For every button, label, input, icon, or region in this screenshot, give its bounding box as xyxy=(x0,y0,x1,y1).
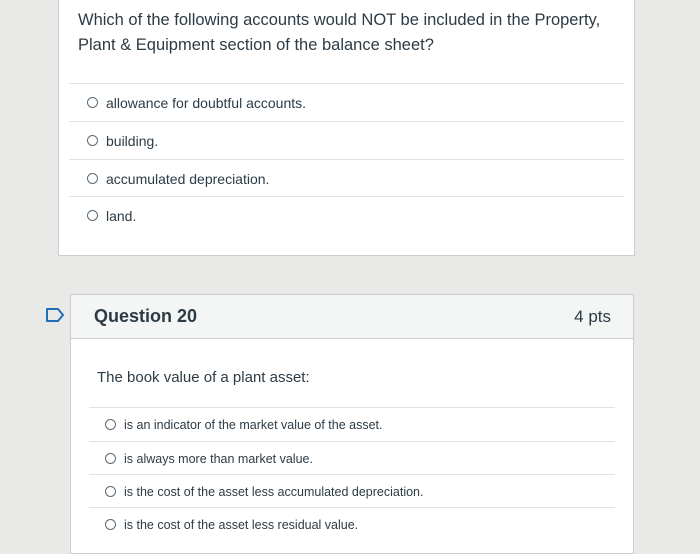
answer-label: building. xyxy=(106,132,159,149)
question-20-answer-2[interactable]: is always more than market value. xyxy=(89,441,615,475)
question-title: Question 20 xyxy=(94,306,198,326)
question-19-answer-4[interactable]: land. xyxy=(69,196,624,234)
radio-icon[interactable] xyxy=(105,453,116,464)
question-19-text: Which of the following accounts would NO… xyxy=(78,11,601,54)
question-points: 4 pts xyxy=(574,306,611,326)
answer-label: is an indicator of the market value of t… xyxy=(124,417,383,432)
radio-icon[interactable] xyxy=(105,419,116,430)
question-20-card: Question 20 4 pts The book value of a pl… xyxy=(70,294,634,554)
radio-icon[interactable] xyxy=(87,173,98,184)
radio-icon[interactable] xyxy=(87,135,98,146)
question-20-answer-4[interactable]: is the cost of the asset less residual v… xyxy=(89,507,615,541)
question-19-card: Which of the following accounts would NO… xyxy=(58,0,635,256)
radio-icon[interactable] xyxy=(87,97,98,108)
radio-icon[interactable] xyxy=(105,486,116,497)
radio-icon[interactable] xyxy=(87,210,98,221)
answer-label: allowance for doubtful accounts. xyxy=(106,94,307,111)
radio-icon[interactable] xyxy=(105,519,116,530)
answer-label: is the cost of the asset less accumulate… xyxy=(124,484,424,499)
question-20-text: The book value of a plant asset: xyxy=(97,369,310,386)
answer-label: land. xyxy=(106,207,137,224)
question-20-answer-3[interactable]: is the cost of the asset less accumulate… xyxy=(89,474,615,508)
answer-label: is always more than market value. xyxy=(124,451,313,466)
question-19-answer-2[interactable]: building. xyxy=(69,121,624,159)
answer-label: is the cost of the asset less residual v… xyxy=(124,517,359,532)
answer-label: accumulated depreciation. xyxy=(106,170,270,187)
question-20-header: Question 20 4 pts xyxy=(71,295,633,339)
question-19-answer-3[interactable]: accumulated depreciation. xyxy=(69,159,624,197)
question-20-answer-1[interactable]: is an indicator of the market value of t… xyxy=(89,407,615,441)
question-19-answer-1[interactable]: allowance for doubtful accounts. xyxy=(69,83,624,121)
flag-question-icon[interactable] xyxy=(45,307,65,323)
